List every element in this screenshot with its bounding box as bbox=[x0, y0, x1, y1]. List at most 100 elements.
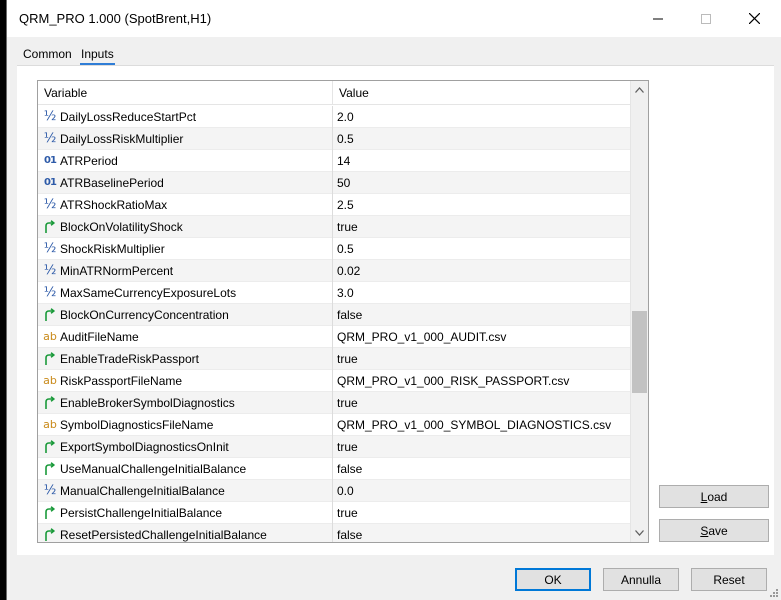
table-row[interactable]: ab SymbolDiagnosticsFileName QRM_PRO_v1_00… bbox=[38, 414, 631, 436]
value-cell[interactable]: 0.5 bbox=[333, 238, 631, 260]
resize-grip-icon[interactable] bbox=[769, 588, 779, 598]
value-cell[interactable]: 0.5 bbox=[333, 128, 631, 150]
window-title: QRM_PRO 1.000 (SpotBrent,H1) bbox=[19, 11, 212, 26]
variable-name: ATRPeriod bbox=[60, 154, 118, 168]
reset-button[interactable]: Reset bbox=[691, 568, 767, 591]
variable-cell[interactable]: PersistChallengeInitialBalance bbox=[38, 502, 333, 524]
value-cell[interactable]: false bbox=[333, 304, 631, 326]
variable-cell[interactable]: ab AuditFileName bbox=[38, 326, 333, 348]
value-cell[interactable]: true bbox=[333, 436, 631, 458]
ok-button[interactable]: OK bbox=[515, 568, 591, 591]
save-button-label: ave bbox=[708, 523, 728, 538]
table-row[interactable]: ExportSymbolDiagnosticsOnInit true bbox=[38, 436, 631, 458]
column-header-variable[interactable]: Variable bbox=[38, 81, 333, 105]
load-button[interactable]: Load bbox=[659, 485, 769, 508]
value-cell[interactable]: true bbox=[333, 502, 631, 524]
properties-dialog: QRM_PRO 1.000 (SpotBrent,H1) Common Inpu… bbox=[6, 0, 781, 600]
scrollbar-thumb[interactable] bbox=[632, 311, 647, 393]
variable-cell[interactable]: ½ ShockRiskMultiplier bbox=[38, 238, 333, 260]
variable-cell[interactable]: ½ ATRShockRatioMax bbox=[38, 194, 333, 216]
table-row[interactable]: ½ MaxSameCurrencyExposureLots 3.0 bbox=[38, 282, 631, 304]
bool-arrow-icon bbox=[42, 461, 58, 477]
save-button[interactable]: Save bbox=[659, 519, 769, 542]
variable-cell[interactable]: ½ MinATRNormPercent bbox=[38, 260, 333, 282]
double-type-icon: ½ bbox=[43, 197, 57, 212]
table-row[interactable]: PersistChallengeInitialBalance true bbox=[38, 502, 631, 524]
variable-cell[interactable]: ab RiskPassportFileName bbox=[38, 370, 333, 392]
save-button-mnemonic: S bbox=[700, 523, 709, 538]
column-header-value[interactable]: Value bbox=[333, 81, 631, 105]
value-cell[interactable]: 2.5 bbox=[333, 194, 631, 216]
vertical-scrollbar[interactable] bbox=[630, 81, 648, 542]
variable-cell[interactable]: EnableTradeRiskPassport bbox=[38, 348, 333, 370]
value-cell[interactable]: true bbox=[333, 392, 631, 414]
value-cell[interactable]: QRM_PRO_v1_000_AUDIT.csv bbox=[333, 326, 631, 348]
table-row[interactable]: BlockOnVolatilityShock true bbox=[38, 216, 631, 238]
variable-cell[interactable]: ab SymbolDiagnosticsFileName bbox=[38, 414, 333, 436]
table-row[interactable]: 01 ATRBaselinePeriod 50 bbox=[38, 172, 631, 194]
variable-cell[interactable]: ExportSymbolDiagnosticsOnInit bbox=[38, 436, 333, 458]
table-row[interactable]: ab AuditFileName QRM_PRO_v1_000_AUDIT.csv bbox=[38, 326, 631, 348]
string-type-icon: ab bbox=[43, 330, 57, 343]
variable-cell[interactable]: ½ DailyLossReduceStartPct bbox=[38, 106, 333, 128]
variable-cell[interactable]: ResetPersistedChallengeInitialBalance bbox=[38, 524, 333, 542]
variable-name: ManualChallengeInitialBalance bbox=[60, 484, 225, 498]
minimize-button[interactable] bbox=[635, 0, 681, 37]
value-cell[interactable]: false bbox=[333, 458, 631, 480]
double-type-icon: ½ bbox=[43, 285, 57, 300]
integer-type-icon: 01 bbox=[44, 155, 57, 166]
variable-cell[interactable]: ½ ManualChallengeInitialBalance bbox=[38, 480, 333, 502]
tab-inputs[interactable]: Inputs bbox=[80, 47, 115, 65]
table-row[interactable]: ab RiskPassportFileName QRM_PRO_v1_000_RIS… bbox=[38, 370, 631, 392]
table-row[interactable]: EnableTradeRiskPassport true bbox=[38, 348, 631, 370]
value-cell[interactable]: 50 bbox=[333, 172, 631, 194]
scroll-up-button[interactable] bbox=[631, 81, 648, 99]
value-cell[interactable]: false bbox=[333, 524, 631, 542]
table-row[interactable]: EnableBrokerSymbolDiagnostics true bbox=[38, 392, 631, 414]
table-row[interactable]: BlockOnCurrencyConcentration false bbox=[38, 304, 631, 326]
value-cell[interactable]: true bbox=[333, 216, 631, 238]
variable-name: BlockOnVolatilityShock bbox=[60, 220, 183, 234]
variable-name: ATRBaselinePeriod bbox=[60, 176, 164, 190]
variable-cell[interactable]: ½ MaxSameCurrencyExposureLots bbox=[38, 282, 333, 304]
value-cell[interactable]: QRM_PRO_v1_000_RISK_PASSPORT.csv bbox=[333, 370, 631, 392]
value-cell[interactable]: 14 bbox=[333, 150, 631, 172]
variable-cell[interactable]: EnableBrokerSymbolDiagnostics bbox=[38, 392, 333, 414]
value-cell[interactable]: QRM_PRO_v1_000_SYMBOL_DIAGNOSTICS.csv bbox=[333, 414, 631, 436]
chevron-down-icon bbox=[635, 530, 644, 536]
variable-cell[interactable]: BlockOnVolatilityShock bbox=[38, 216, 333, 238]
variable-name: EnableBrokerSymbolDiagnostics bbox=[60, 396, 235, 410]
table-row[interactable]: ½ DailyLossReduceStartPct 2.0 bbox=[38, 106, 631, 128]
maximize-button[interactable] bbox=[683, 0, 729, 37]
variable-cell[interactable]: 01 ATRBaselinePeriod bbox=[38, 172, 333, 194]
variable-name: MaxSameCurrencyExposureLots bbox=[60, 286, 237, 300]
tab-common[interactable]: Common bbox=[23, 47, 72, 61]
double-type-icon: ½ bbox=[43, 263, 57, 278]
variable-cell[interactable]: 01 ATRPeriod bbox=[38, 150, 333, 172]
scroll-down-button[interactable] bbox=[631, 524, 648, 542]
table-row[interactable]: ½ DailyLossRiskMultiplier 0.5 bbox=[38, 128, 631, 150]
value-cell[interactable]: 2.0 bbox=[333, 106, 631, 128]
close-button[interactable] bbox=[731, 0, 777, 37]
variable-name: SymbolDiagnosticsFileName bbox=[60, 418, 214, 432]
variable-cell[interactable]: BlockOnCurrencyConcentration bbox=[38, 304, 333, 326]
grid-rows: ½ DailyLossReduceStartPct 2.0 ½ DailyLossRis… bbox=[38, 106, 631, 542]
value-cell[interactable]: true bbox=[333, 348, 631, 370]
table-row[interactable]: ½ ManualChallengeInitialBalance 0.0 bbox=[38, 480, 631, 502]
grid-header: Variable Value bbox=[38, 81, 631, 105]
table-row[interactable]: ½ MinATRNormPercent 0.02 bbox=[38, 260, 631, 282]
table-row[interactable]: UseManualChallengeInitialBalance false bbox=[38, 458, 631, 480]
value-cell[interactable]: 3.0 bbox=[333, 282, 631, 304]
table-row[interactable]: ½ ATRShockRatioMax 2.5 bbox=[38, 194, 631, 216]
table-row[interactable]: ½ ShockRiskMultiplier 0.5 bbox=[38, 238, 631, 260]
value-cell[interactable]: 0.0 bbox=[333, 480, 631, 502]
variable-cell[interactable]: UseManualChallengeInitialBalance bbox=[38, 458, 333, 480]
variable-cell[interactable]: ½ DailyLossRiskMultiplier bbox=[38, 128, 333, 150]
table-row[interactable]: 01 ATRPeriod 14 bbox=[38, 150, 631, 172]
maximize-icon bbox=[701, 13, 711, 24]
title-bar[interactable]: QRM_PRO 1.000 (SpotBrent,H1) bbox=[7, 0, 781, 37]
bool-arrow-icon bbox=[42, 527, 58, 542]
value-cell[interactable]: 0.02 bbox=[333, 260, 631, 282]
table-row[interactable]: ResetPersistedChallengeInitialBalance fal… bbox=[38, 524, 631, 542]
cancel-button[interactable]: Annulla bbox=[603, 568, 679, 591]
